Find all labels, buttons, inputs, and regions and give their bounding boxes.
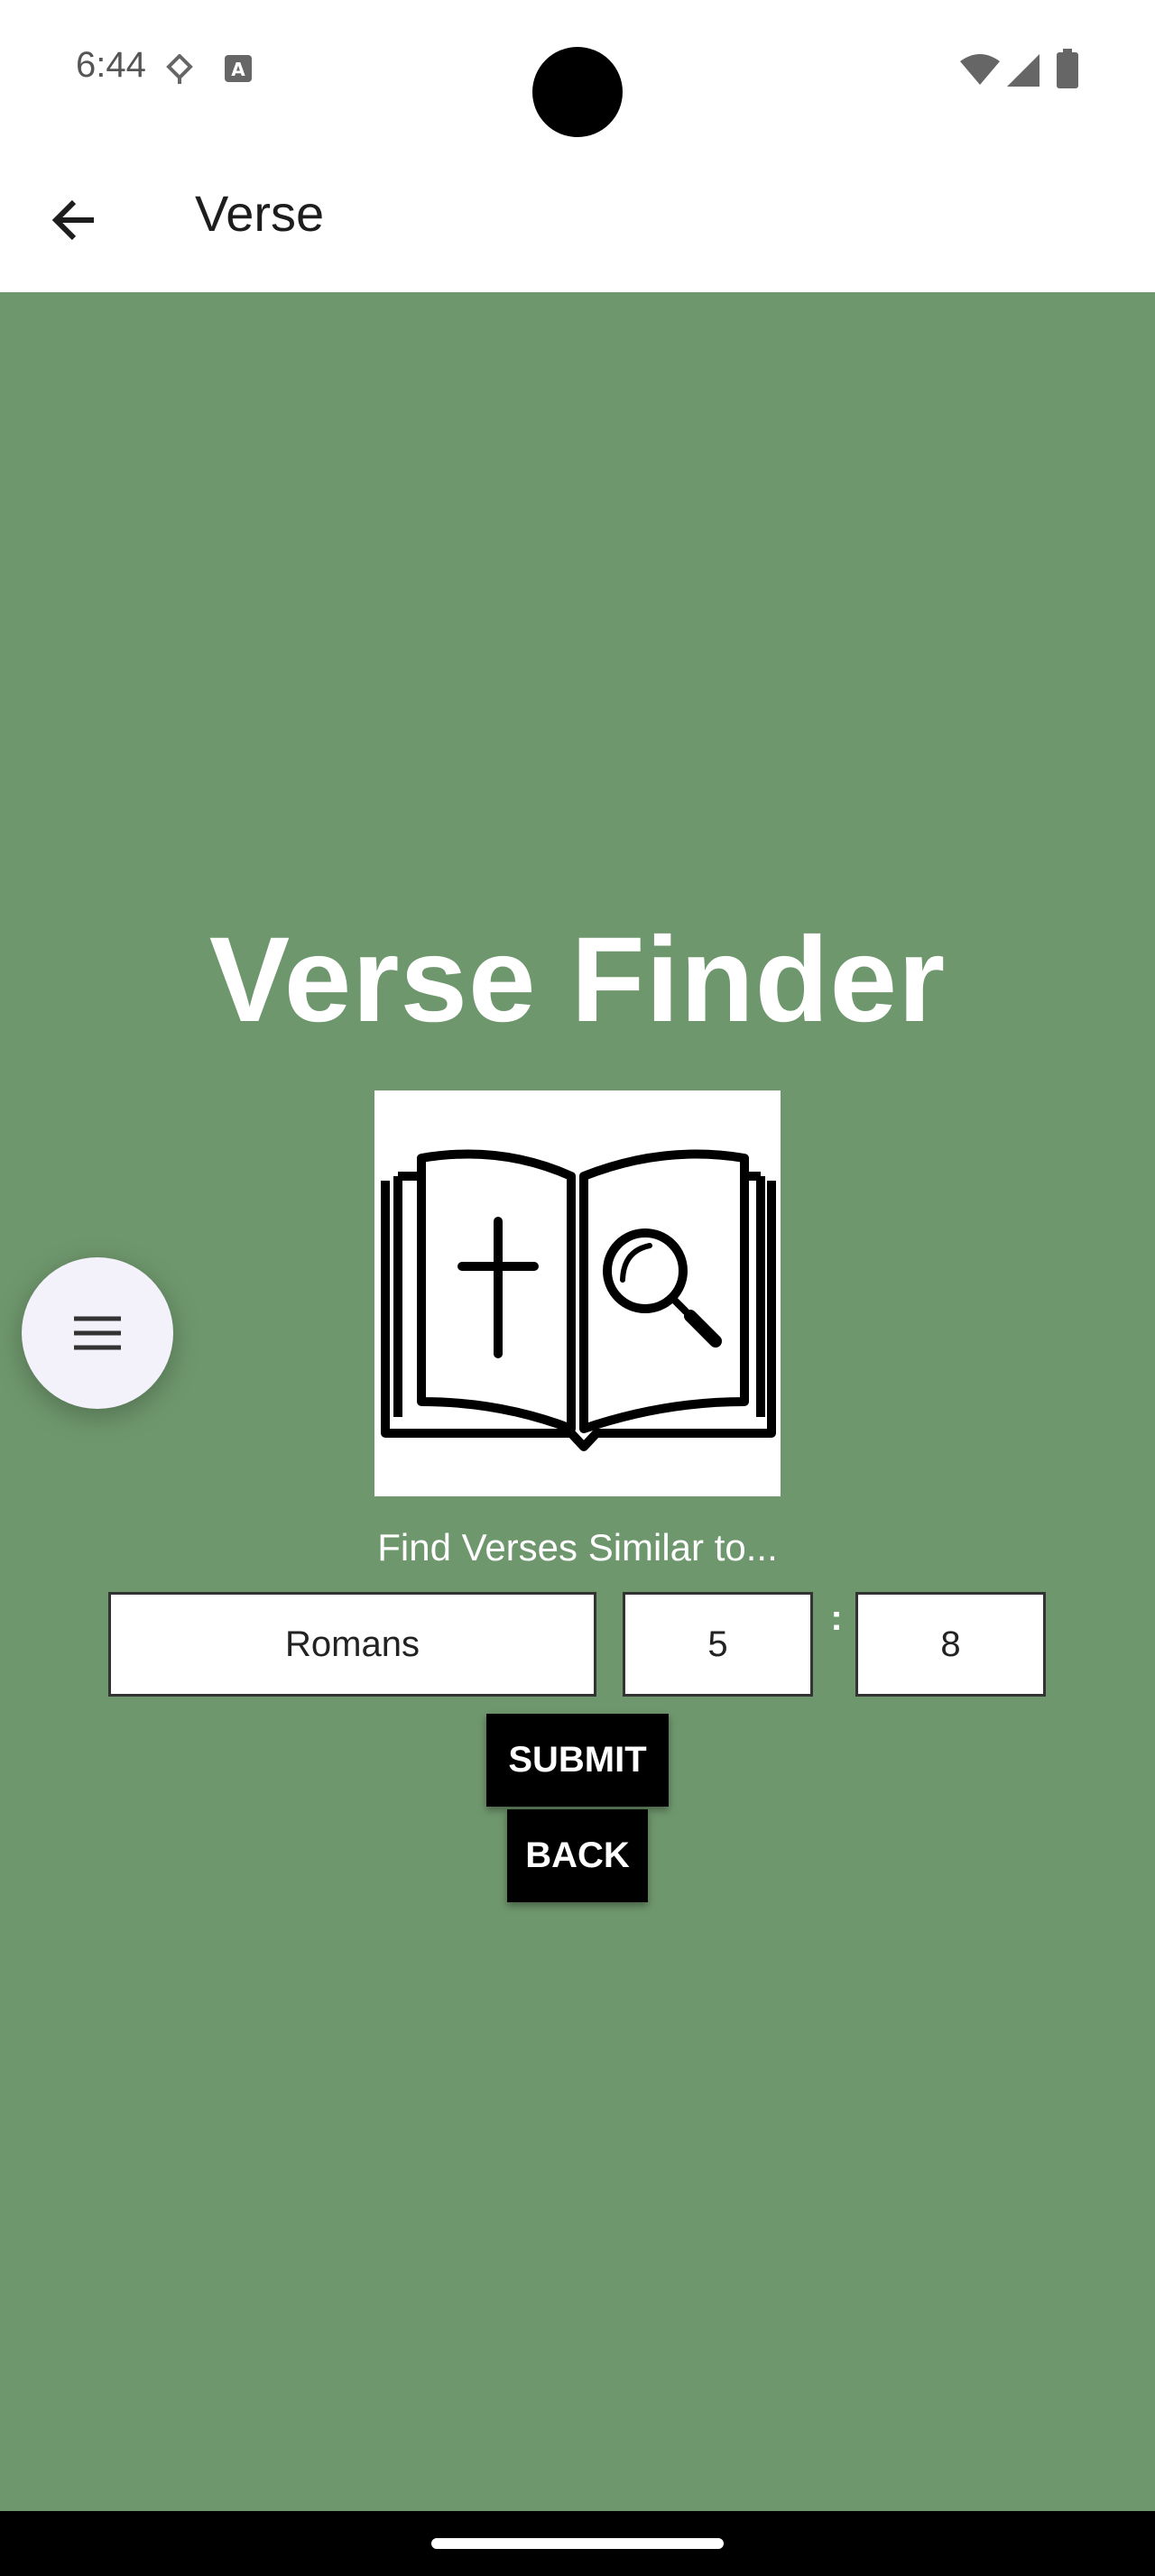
signal-icon (1007, 54, 1040, 87)
submit-button[interactable]: SUBMIT (486, 1714, 669, 1807)
status-time: 6:44 (76, 45, 146, 85)
home-gesture-handle[interactable] (431, 2538, 724, 2549)
page-title: Verse Finder (208, 913, 947, 1047)
chapter-verse-separator: : (830, 1598, 843, 1638)
keyboard-a-icon: A (225, 55, 252, 82)
menu-fab-button[interactable] (22, 1257, 173, 1409)
data-saver-icon (166, 54, 193, 84)
open-bible-cross-magnifier-icon (381, 1149, 776, 1451)
subtitle: Find Verses Similar to... (377, 1526, 778, 1569)
back-button[interactable]: BACK (507, 1809, 648, 1902)
status-bar: 6:44 A (0, 0, 1155, 144)
chapter-input-value: 5 (707, 1624, 728, 1664)
logo-image (374, 1090, 781, 1496)
chapter-input[interactable]: 5 (623, 1592, 813, 1697)
wifi-icon (960, 54, 1000, 85)
app-bar: Verse (0, 144, 1155, 292)
verse-input[interactable]: 8 (855, 1592, 1046, 1697)
camera-cutout (532, 47, 623, 137)
book-input[interactable]: Romans (108, 1592, 596, 1697)
main-content: Verse Finder Find Verses Similar to... (0, 292, 1155, 2511)
svg-text:A: A (231, 59, 245, 80)
arrow-back-icon[interactable] (47, 191, 105, 249)
verse-input-value: 8 (940, 1624, 961, 1664)
book-input-value: Romans (285, 1624, 420, 1664)
system-nav-bar (0, 2511, 1155, 2576)
app-title: Verse (195, 185, 325, 242)
battery-icon (1057, 49, 1078, 88)
menu-icon (74, 1316, 121, 1350)
